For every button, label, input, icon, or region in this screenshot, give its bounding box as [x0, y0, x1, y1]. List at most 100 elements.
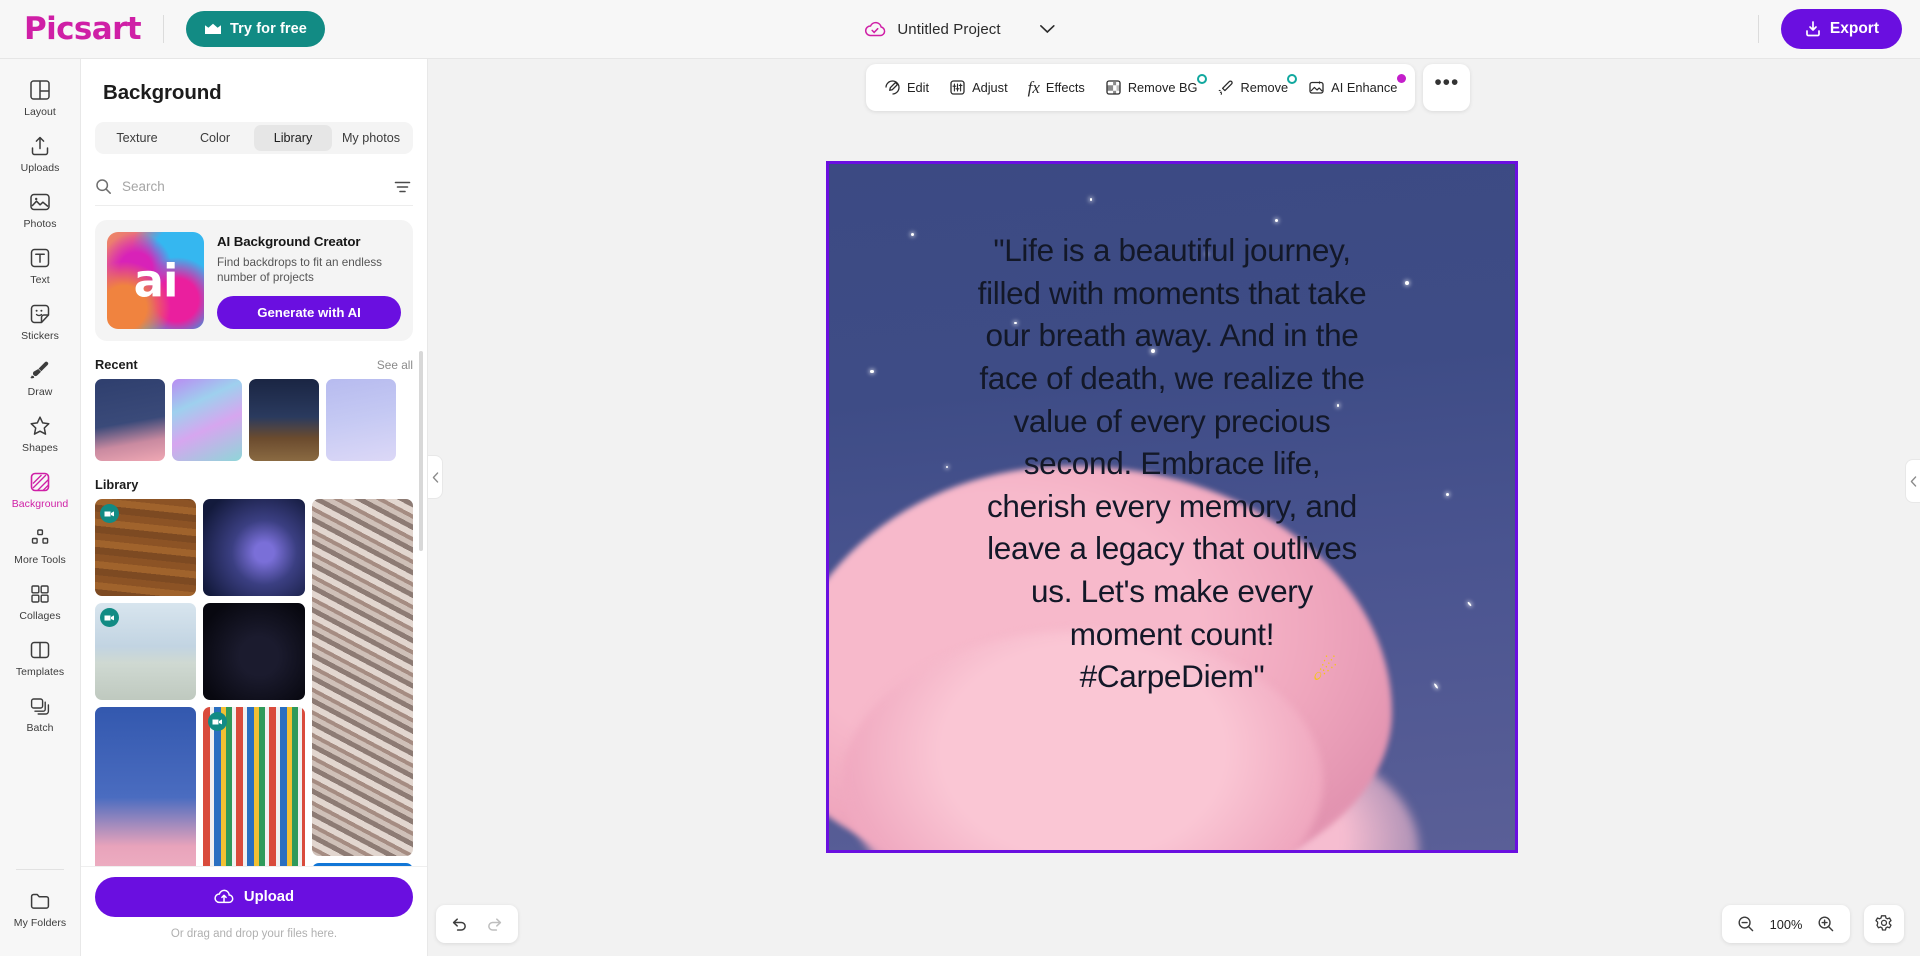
toolbar-adjust-button[interactable]: Adjust [939, 70, 1018, 105]
remove-bg-icon [1105, 79, 1122, 96]
edit-toolbar-group: Edit Adjust fx Effects Remove BG [866, 64, 1415, 111]
star-speck [1275, 219, 1278, 222]
sidebar-item-more-tools[interactable]: More Tools [6, 520, 74, 571]
canvas-quote-text[interactable]: "Life is a beautiful journey, filled wit… [887, 229, 1456, 698]
video-badge-icon [208, 712, 227, 731]
filter-icon[interactable] [392, 178, 413, 196]
toolbar-ai-enhance-button[interactable]: AI Enhance [1298, 70, 1407, 105]
toolbar-more-options-button[interactable]: ••• [1423, 64, 1470, 111]
text-icon [29, 247, 51, 269]
toolbar-effects-label: Effects [1046, 80, 1085, 95]
sidebar-item-label: Draw [28, 386, 53, 398]
tab-library[interactable]: Library [254, 125, 332, 151]
library-section-header: Library [95, 477, 413, 492]
top-bar-right: Export [1736, 9, 1902, 49]
recent-thumb-pastel-cloud-gradient[interactable] [172, 379, 242, 461]
library-thumb-pink-cloud-blue-sky[interactable] [95, 707, 196, 866]
library-thumb-green-leaf-blue-sky[interactable] [312, 863, 413, 866]
video-badge-icon [100, 608, 119, 627]
adjust-icon [949, 79, 966, 96]
fx-icon: fx [1028, 78, 1040, 98]
upload-label: Upload [244, 889, 294, 905]
crown-icon [204, 23, 222, 36]
recent-see-all-link[interactable]: See all [377, 358, 413, 372]
library-grid [95, 499, 413, 866]
export-button[interactable]: Export [1781, 9, 1902, 49]
panel-scrollbar[interactable] [419, 351, 423, 551]
recent-thumb-pink-clouds-night-sky[interactable] [95, 379, 165, 461]
sidebar-item-label: My Folders [14, 917, 66, 929]
batch-layers-icon [29, 695, 51, 717]
rail-separator [16, 869, 64, 870]
toolbar-edit-button[interactable]: Edit [874, 70, 939, 105]
sticker-icon [29, 303, 51, 325]
sidebar-item-photos[interactable]: Photos [6, 184, 74, 235]
toolbar-remove-bg-button[interactable]: Remove BG [1095, 70, 1208, 105]
sidebar-item-draw[interactable]: Draw [6, 352, 74, 403]
toolbar-remove-button[interactable]: Remove [1208, 70, 1299, 105]
generate-with-ai-button[interactable]: Generate with AI [217, 296, 401, 329]
toolbar-ai-enhance-label: AI Enhance [1331, 80, 1397, 95]
library-thumb-dark-black-gradient[interactable] [203, 603, 304, 700]
background-icon [29, 471, 51, 493]
library-thumb-skateboarder-jump[interactable] [95, 603, 196, 700]
zoom-out-button[interactable] [1729, 909, 1763, 939]
divider-right [1758, 15, 1759, 43]
toolbar-effects-button[interactable]: fx Effects [1018, 70, 1095, 105]
upload-button[interactable]: Upload [95, 877, 413, 917]
sidebar-item-templates[interactable]: Templates [6, 632, 74, 683]
sidebar-item-stickers[interactable]: Stickers [6, 296, 74, 347]
try-for-free-button[interactable]: Try for free [186, 11, 325, 47]
sidebar-item-layout[interactable]: Layout [6, 72, 74, 123]
sidebar-item-background[interactable]: Background [6, 464, 74, 515]
sidebar-item-batch[interactable]: Batch [6, 688, 74, 739]
recent-thumbnail-row [95, 379, 413, 461]
left-tool-rail: Layout Uploads Photos Text Stickers [0, 59, 81, 956]
recent-section-header: Recent See all [95, 357, 413, 372]
top-bar: Picsart Try for free Untitled Project [0, 0, 1920, 59]
recent-thumb-night-forest-path[interactable] [249, 379, 319, 461]
ai-background-creator-card[interactable]: ai AI Background Creator Find backdrops … [95, 220, 413, 341]
star-speck [870, 370, 874, 374]
library-thumb-galaxy-nebula[interactable] [203, 499, 304, 596]
ai-thumb-label: ai [107, 254, 204, 307]
layout-icon [29, 79, 51, 101]
chevron-down-icon[interactable] [1040, 24, 1056, 34]
panel-scroll-area: Recent See all Library [81, 341, 427, 866]
canvas-artwork[interactable]: "Life is a beautiful journey, filled wit… [829, 164, 1515, 850]
library-thumb-wood-planks-texture[interactable] [95, 499, 196, 596]
panel-collapse-handle-left[interactable] [428, 455, 443, 499]
new-feature-badge [1287, 74, 1297, 84]
picsart-logo[interactable]: Picsart [24, 11, 141, 47]
sidebar-item-label: Uploads [21, 162, 60, 174]
library-thumb-striped-umbrella[interactable] [203, 707, 304, 866]
project-name[interactable]: Untitled Project [897, 21, 1000, 38]
panel-collapse-handle-right[interactable] [1905, 459, 1920, 503]
ai-card-subtitle: Find backdrops to fit an endless number … [217, 255, 401, 285]
zoom-level-value[interactable]: 100% [1767, 917, 1805, 932]
redo-button[interactable] [478, 909, 512, 939]
cloud-saved-icon [864, 21, 886, 38]
templates-book-icon [29, 639, 51, 661]
tab-texture[interactable]: Texture [98, 125, 176, 151]
sidebar-item-text[interactable]: Text [6, 240, 74, 291]
canvas-area[interactable]: "Life is a beautiful journey, filled wit… [826, 161, 1518, 853]
sidebar-item-my-folders[interactable]: My Folders [6, 883, 74, 951]
more-tools-icon [29, 527, 51, 549]
panel-tabs: Texture Color Library My photos [95, 122, 413, 154]
library-thumb-magazine-collage[interactable] [312, 499, 413, 856]
zoom-in-button[interactable] [1809, 909, 1843, 939]
settings-button[interactable] [1864, 905, 1904, 943]
undo-button[interactable] [442, 909, 476, 939]
tab-my-photos[interactable]: My photos [332, 125, 410, 151]
tab-color[interactable]: Color [176, 125, 254, 151]
comet-emoji[interactable]: ☄ [1313, 654, 1338, 687]
recent-thumb-soft-lavender-sky[interactable] [326, 379, 396, 461]
sidebar-item-shapes[interactable]: Shapes [6, 408, 74, 459]
toolbar-edit-label: Edit [907, 80, 929, 95]
star-icon [29, 415, 51, 437]
ai-card-info: AI Background Creator Find backdrops to … [217, 232, 401, 329]
search-input[interactable] [122, 179, 382, 194]
sidebar-item-uploads[interactable]: Uploads [6, 128, 74, 179]
sidebar-item-collages[interactable]: Collages [6, 576, 74, 627]
